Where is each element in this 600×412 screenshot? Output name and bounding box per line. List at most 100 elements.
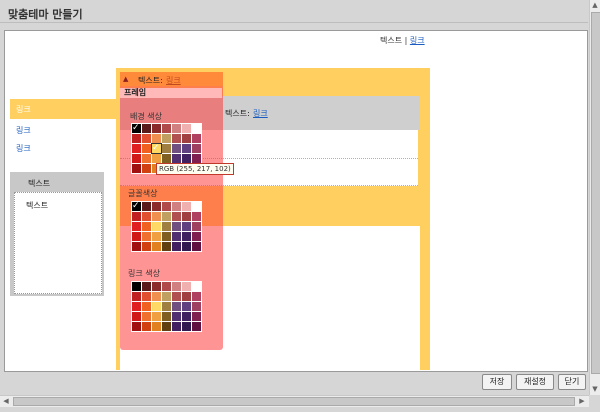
color-swatch[interactable] [192,202,201,211]
color-swatch[interactable] [132,232,141,241]
color-swatch[interactable] [142,302,151,311]
color-swatch[interactable] [172,124,181,133]
color-swatch[interactable] [162,312,171,321]
color-swatch[interactable] [192,144,201,153]
color-swatch[interactable] [132,302,141,311]
color-swatch[interactable] [142,154,151,163]
color-swatch[interactable] [152,312,161,321]
color-swatch[interactable] [182,222,191,231]
color-swatch[interactable] [172,144,181,153]
color-swatch[interactable] [142,232,151,241]
color-swatch[interactable] [162,124,171,133]
color-swatch[interactable] [142,144,151,153]
scroll-right-icon[interactable]: ▶ [577,396,587,406]
color-swatch[interactable] [182,282,191,291]
color-swatch[interactable] [172,322,181,331]
color-swatch[interactable] [182,292,191,301]
color-swatch[interactable] [152,124,161,133]
color-swatch[interactable] [192,124,201,133]
color-swatch[interactable] [162,134,171,143]
color-swatch[interactable] [172,312,181,321]
color-swatch[interactable] [142,212,151,221]
color-swatch[interactable] [162,292,171,301]
color-swatch[interactable] [172,154,181,163]
color-swatch[interactable] [192,312,201,321]
color-swatch[interactable] [172,134,181,143]
color-swatch[interactable] [132,200,141,212]
color-swatch[interactable] [162,242,171,251]
color-swatch[interactable] [162,322,171,331]
color-swatch[interactable] [162,232,171,241]
color-swatch[interactable] [142,312,151,321]
sidebar-item-1[interactable]: 링크 [16,104,31,115]
color-swatch[interactable] [152,322,161,331]
color-swatch[interactable] [152,302,161,311]
color-swatch[interactable] [192,154,201,163]
color-swatch[interactable] [172,282,181,291]
color-swatch[interactable] [182,242,191,251]
color-swatch[interactable] [172,222,181,231]
sidebar-item-2[interactable]: 링크 [16,125,31,136]
color-swatch[interactable] [182,212,191,221]
sidebar-item-3[interactable]: 링크 [16,143,31,154]
scroll-up-icon[interactable]: ▲ [590,0,600,10]
color-swatch[interactable] [192,232,201,241]
color-swatch[interactable] [152,292,161,301]
color-swatch[interactable] [192,222,201,231]
color-swatch[interactable] [142,222,151,231]
color-swatch[interactable] [182,144,191,153]
vertical-scrollbar[interactable]: ▲ ▼ [589,0,600,395]
save-button[interactable]: 저장 [482,374,512,390]
color-swatch[interactable] [192,322,201,331]
color-swatch[interactable] [132,144,141,153]
triangle-up-icon[interactable]: ▲ [123,75,128,83]
color-swatch[interactable] [132,154,141,163]
color-swatch[interactable] [162,222,171,231]
color-swatch[interactable] [162,212,171,221]
color-swatch[interactable] [151,142,162,154]
color-swatch[interactable] [172,302,181,311]
close-button[interactable]: 닫기 [558,374,586,390]
scroll-left-icon[interactable]: ◀ [1,396,11,406]
main-header-link[interactable]: 링크 [253,108,268,119]
color-swatch[interactable] [152,212,161,221]
color-swatch[interactable] [192,134,201,143]
color-swatch[interactable] [132,134,141,143]
color-swatch[interactable] [182,202,191,211]
color-swatch[interactable] [152,282,161,291]
color-swatch[interactable] [192,292,201,301]
color-swatch[interactable] [132,122,141,134]
horizontal-scrollbar[interactable]: ◀ ▶ [0,395,589,407]
color-swatch[interactable] [182,124,191,133]
color-swatch[interactable] [182,322,191,331]
color-swatch[interactable] [152,222,161,231]
color-swatch[interactable] [142,202,151,211]
color-swatch[interactable] [132,322,141,331]
color-swatch[interactable] [142,322,151,331]
color-swatch[interactable] [132,282,141,291]
vertical-scroll-thumb[interactable] [591,12,600,374]
color-swatch[interactable] [152,242,161,251]
color-swatch[interactable] [192,242,201,251]
color-swatch[interactable] [142,292,151,301]
color-swatch[interactable] [192,212,201,221]
color-swatch[interactable] [132,164,141,173]
color-swatch[interactable] [182,154,191,163]
color-swatch[interactable] [142,242,151,251]
color-swatch[interactable] [182,302,191,311]
color-swatch[interactable] [142,134,151,143]
color-swatch[interactable] [142,124,151,133]
top-link[interactable]: 링크 [410,36,425,45]
color-swatch[interactable] [152,232,161,241]
color-swatch[interactable] [152,154,161,163]
color-swatch[interactable] [162,202,171,211]
color-swatch[interactable] [132,212,141,221]
color-swatch[interactable] [142,164,151,173]
color-swatch[interactable] [142,282,151,291]
color-swatch[interactable] [172,202,181,211]
color-swatch[interactable] [162,282,171,291]
color-swatch[interactable] [192,280,201,292]
color-swatch[interactable] [182,134,191,143]
color-swatch[interactable] [132,292,141,301]
color-swatch[interactable] [162,302,171,311]
